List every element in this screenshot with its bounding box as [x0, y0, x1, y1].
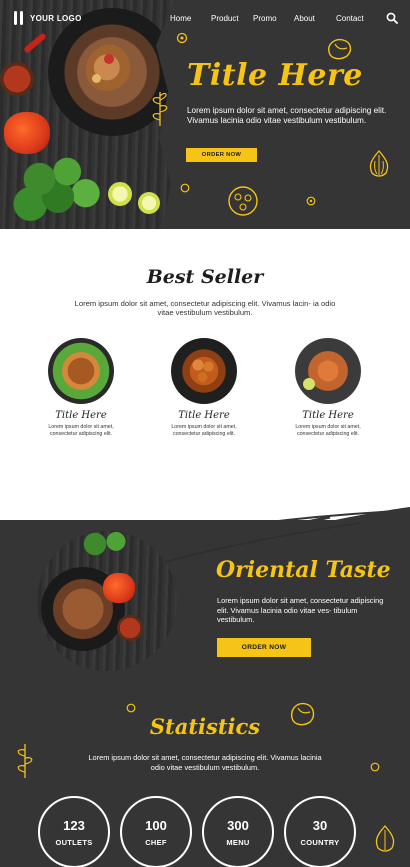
circle-doodle-icon [126, 703, 136, 713]
circle-doodle-icon [370, 762, 380, 772]
stat-menu: 300 MENU [202, 796, 274, 867]
nav-item-home[interactable]: Home [170, 14, 191, 23]
herb-doodle-icon [17, 744, 33, 778]
oriental-order-now-button[interactable]: ORDER NOW [217, 638, 311, 657]
spice-bowl-image [117, 615, 143, 641]
tomato-slice-doodle-icon [228, 186, 258, 216]
stat-value: 123 [63, 818, 85, 833]
oriental-food-photo [37, 531, 177, 671]
herb-doodle-icon [152, 92, 168, 126]
best-seller-description: Lorem ipsum dolor sit amet, consectetur … [74, 299, 336, 318]
dish-description: Lorem ipsum dolor sit amet, consectetur … [171, 424, 237, 437]
nav-item-contact[interactable]: Contact [336, 14, 364, 23]
logo-text: YOUR LOGO [30, 13, 82, 23]
nav-item-about[interactable]: About [294, 14, 315, 23]
lime-image [138, 192, 160, 214]
stat-label: COUNTRY [300, 838, 340, 847]
dish-card[interactable]: Title Here Lorem ipsum dolor sit amet, c… [282, 338, 374, 438]
hero-section: YOUR LOGO Home Product Promo About Conta… [0, 0, 410, 229]
stat-value: 300 [227, 818, 249, 833]
nav-item-product[interactable]: Product [211, 14, 239, 23]
oriental-taste-description: Lorem ipsum dolor sit amet, consectetur … [217, 596, 384, 625]
bell-pepper-image [4, 112, 50, 154]
top-navigation: YOUR LOGO Home Product Promo About Conta… [0, 0, 410, 36]
herbs-image [12, 150, 104, 222]
statistics-description: Lorem ipsum dolor sit amet, consectetur … [88, 753, 322, 772]
dish-card[interactable]: Title Here Lorem ipsum dolor sit amet, c… [158, 338, 250, 438]
utensils-icon [12, 11, 26, 25]
dish-description: Lorem ipsum dolor sit amet, consectetur … [295, 424, 361, 437]
oriental-taste-title: Oriental Taste [216, 557, 391, 583]
hero-order-now-button[interactable]: ORDER NOW [186, 148, 257, 162]
dish-description: Lorem ipsum dolor sit amet, consectetur … [48, 424, 114, 437]
dish-title: Title Here [55, 410, 107, 421]
search-icon[interactable] [386, 12, 398, 24]
circle-doodle-icon [306, 196, 316, 206]
stat-label: OUTLETS [55, 838, 93, 847]
garlic-doodle-icon [369, 150, 389, 177]
herbs-image [77, 531, 137, 557]
stat-value: 100 [145, 818, 167, 833]
statistics-title: Statistics [149, 714, 261, 739]
nav-item-promo[interactable]: Promo [253, 14, 277, 23]
hero-description: Lorem ipsum dolor sit amet, consectetur … [187, 106, 387, 126]
stat-label: MENU [226, 838, 250, 847]
garlic-doodle-icon [375, 825, 395, 852]
dish-title: Title Here [302, 410, 354, 421]
dish-card[interactable]: Title Here Lorem ipsum dolor sit amet, c… [35, 338, 127, 438]
dish-image [171, 338, 237, 404]
stat-value: 30 [312, 818, 328, 833]
stat-outlets: 123 OUTLETS [38, 796, 110, 867]
spice-bowl-image [0, 62, 34, 96]
dish-image [295, 338, 361, 404]
dish-image [48, 338, 114, 404]
hero-title: Title Here [187, 58, 363, 93]
lime-image [108, 182, 132, 206]
bell-pepper-image [103, 573, 135, 603]
stat-label: CHEF [145, 838, 167, 847]
stat-country: 30 COUNTRY [284, 796, 356, 867]
circle-doodle-icon [180, 183, 190, 193]
best-seller-title: Best Seller [146, 266, 264, 288]
stat-chef: 100 CHEF [120, 796, 192, 867]
logo[interactable]: YOUR LOGO [12, 11, 82, 25]
dish-title: Title Here [178, 410, 230, 421]
